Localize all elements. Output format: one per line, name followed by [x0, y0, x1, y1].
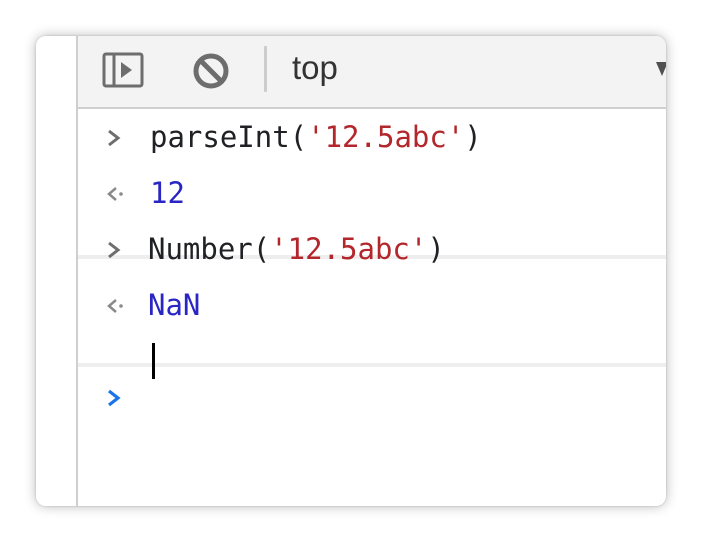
entry-separator: [78, 363, 666, 367]
console-prompt[interactable]: [78, 369, 666, 425]
context-selector[interactable]: top: [292, 48, 338, 88]
console-result-line: NaN: [78, 277, 666, 333]
chevron-right-icon: [108, 241, 121, 259]
console-result-value: 12: [150, 176, 185, 210]
triangle-down-icon[interactable]: [656, 62, 666, 76]
console-result-value: NaN: [148, 288, 201, 322]
console-input-line: Number('12.5abc'): [78, 221, 666, 277]
left-gutter: [36, 36, 78, 506]
console-result-line: 12: [78, 165, 666, 221]
toolbar-divider: [264, 46, 267, 92]
command-string-arg: '12.5abc': [270, 232, 428, 266]
console-command: parseInt('12.5abc'): [150, 119, 482, 155]
console-input-line: parseInt('12.5abc'): [78, 109, 666, 165]
clear-console-icon: [193, 53, 229, 89]
sidebar-toggle-button[interactable]: [102, 52, 144, 88]
result-arrow-icon: [107, 187, 123, 201]
result-arrow-icon: [107, 299, 123, 313]
console-command: Number('12.5abc'): [148, 231, 445, 267]
command-close-paren: ): [427, 232, 445, 266]
console-output: parseInt('12.5abc') 12 Number('12.5abc')…: [78, 109, 666, 506]
chevron-right-icon: [108, 389, 121, 407]
chevron-right-icon: [108, 129, 121, 147]
console-toolbar: top: [78, 36, 666, 109]
command-string-arg: '12.5abc': [307, 120, 465, 154]
command-function: Number(: [148, 232, 271, 266]
clear-console-button[interactable]: [190, 51, 232, 91]
devtools-console-window: top parseInt('12.5abc') 12 Number('12.5a…: [36, 36, 666, 506]
command-function: parseInt(: [150, 120, 308, 154]
sidebar-toggle-icon: [102, 52, 144, 88]
text-caret: [152, 343, 155, 379]
command-close-paren: ): [464, 120, 482, 154]
